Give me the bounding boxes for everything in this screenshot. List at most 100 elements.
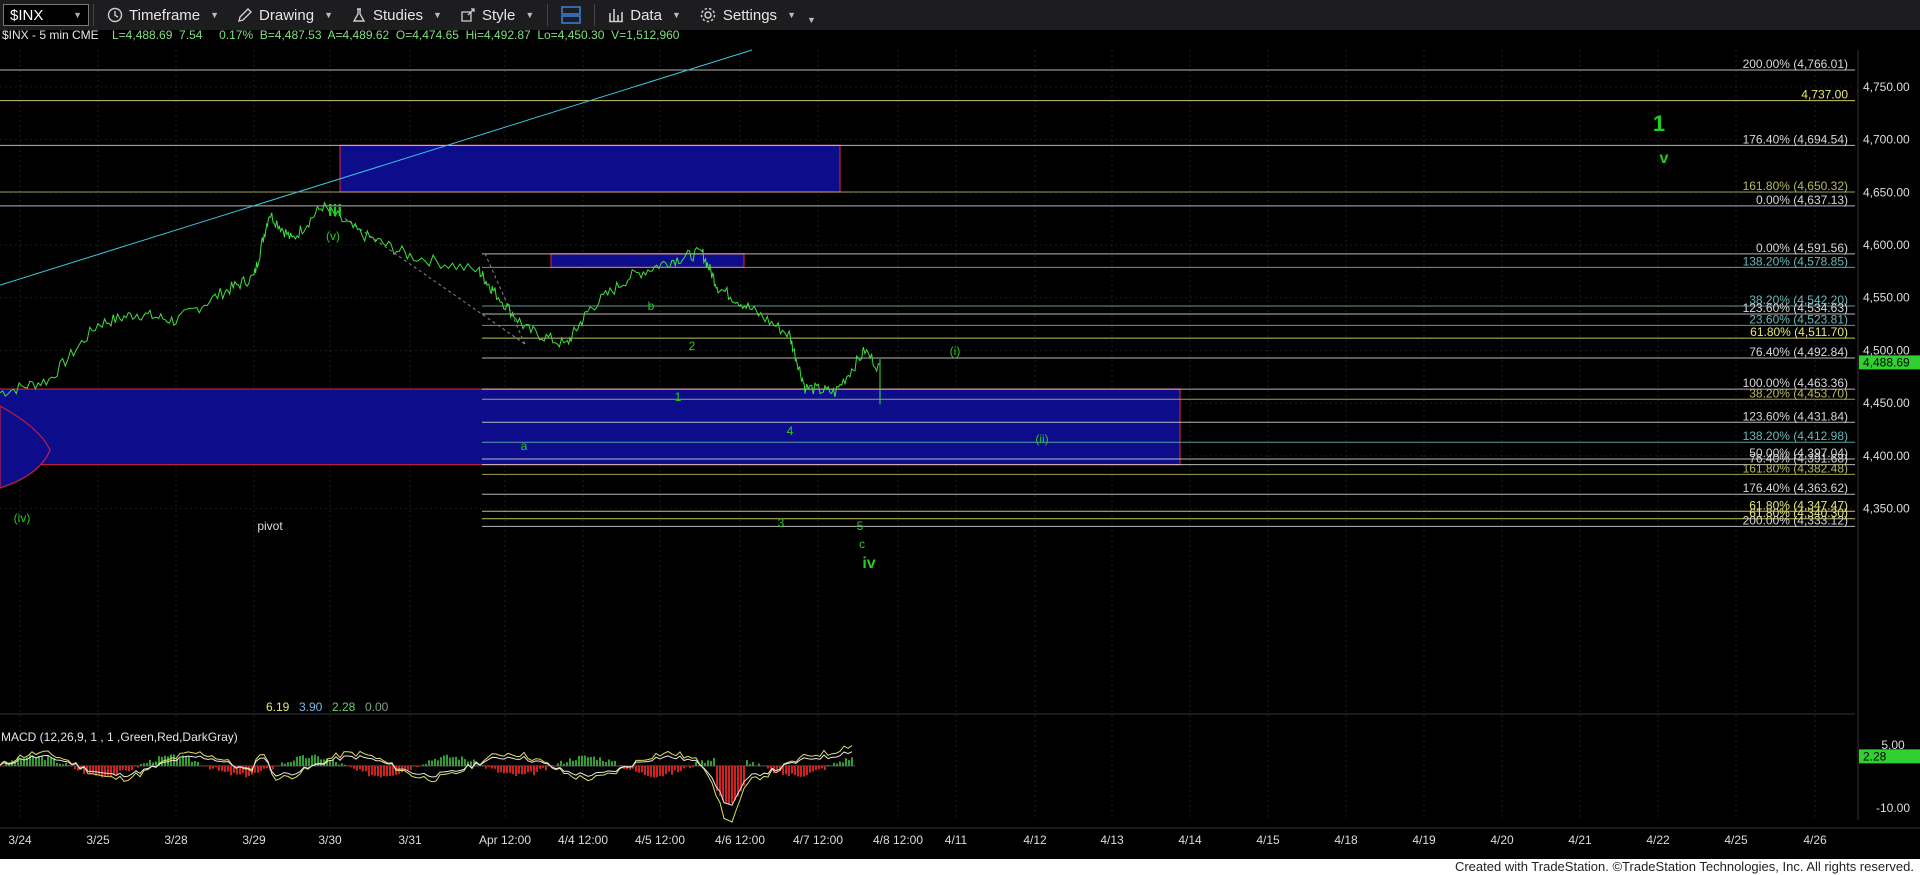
- pencil-icon: [238, 8, 253, 22]
- caret-down-icon: ▼: [210, 10, 220, 20]
- wave-label: 1: [675, 390, 682, 404]
- zone-box: [550, 253, 745, 268]
- toolbar-divider: [93, 4, 94, 26]
- time-tick-label: 4/21: [1568, 833, 1592, 847]
- wave-label: b: [648, 299, 655, 313]
- time-tick-label: 4/5 12:00: [635, 833, 685, 847]
- studies-button[interactable]: Studies ▼: [342, 2, 451, 28]
- time-tick-label: 4/25: [1724, 833, 1748, 847]
- time-tick-label: 4/8 12:00: [873, 833, 923, 847]
- caret-down-icon: ▼: [324, 10, 333, 20]
- time-tick-label: 4/11: [945, 833, 968, 847]
- data-button[interactable]: Data ▼: [599, 2, 690, 28]
- settings-button[interactable]: Settings ▼: [690, 2, 805, 28]
- fib-level-label: 176.40% (4,694.54): [1743, 132, 1848, 146]
- symbol-selector[interactable]: $INX ▼: [3, 4, 89, 26]
- data-label: Data: [630, 6, 662, 24]
- zone-box: [0, 388, 1181, 466]
- caret-down-icon: ▼: [671, 10, 681, 20]
- fib-level-label: 0.00% (4,637.13): [1756, 193, 1848, 207]
- settings-label: Settings: [722, 6, 778, 24]
- fib-level-label: 161.80% (4,650.32): [1743, 179, 1848, 193]
- fib-level-label: 0.00% (4,591.56): [1756, 241, 1848, 255]
- macd-value: 2.28: [332, 700, 356, 714]
- chevron-down-icon: ▼: [73, 10, 82, 20]
- time-tick-label: 3/24: [8, 833, 32, 847]
- wave-label: iv: [862, 555, 875, 572]
- macd-value: 0.00: [365, 700, 389, 714]
- price-tick-label: 4,350.00: [1863, 502, 1910, 516]
- time-tick-label: 3/28: [164, 833, 188, 847]
- symbol-line: $INX - 5 min CME: [2, 30, 99, 42]
- macd-label: MACD (12,26,9, 1 , 1 ,Green,Red,DarkGray…: [1, 730, 238, 744]
- time-tick-label: 4/13: [1100, 833, 1124, 847]
- wave-label: 5: [857, 519, 864, 533]
- bar-chart-icon: [609, 9, 624, 23]
- flask-icon: [352, 8, 366, 22]
- clock-icon: [107, 7, 123, 23]
- toolbar: $INX ▼ Timeframe ▼ Drawing ▼ Studies ▼ S…: [0, 0, 1920, 31]
- time-tick-label: 3/31: [398, 833, 422, 847]
- time-tick-label: 3/30: [318, 833, 342, 847]
- macd-axis-label: -10.00: [1876, 801, 1910, 815]
- price-tick-label: 4,550.00: [1863, 291, 1910, 305]
- style-icon: [461, 8, 475, 22]
- studies-label: Studies: [373, 6, 424, 24]
- toolbar-divider: [547, 4, 549, 26]
- toolbar-overflow-icon[interactable]: ▼: [807, 15, 816, 25]
- time-tick-label: 4/18: [1334, 833, 1358, 847]
- price-chart[interactable]: 200.00% (4,766.01)176.40% (4,694.54)161.…: [0, 30, 1920, 859]
- symbol-value: $INX: [10, 6, 44, 24]
- time-tick-label: 4/19: [1412, 833, 1436, 847]
- caret-down-icon: ▼: [433, 10, 442, 20]
- macd-value: 3.90: [299, 700, 323, 714]
- time-tick-label: 4/20: [1490, 833, 1514, 847]
- time-tick-label: 4/22: [1646, 833, 1670, 847]
- time-tick-label: 4/7 12:00: [793, 833, 843, 847]
- fib-level-label: 38.20% (4,453.70): [1749, 386, 1848, 400]
- price-tick-label: 4,750.00: [1863, 80, 1910, 94]
- fib-level-label: 200.00% (4,766.01): [1743, 57, 1848, 71]
- wave-label: c: [859, 537, 865, 551]
- wave-label: 2: [689, 339, 696, 353]
- style-button[interactable]: Style ▼: [451, 2, 543, 28]
- caret-down-icon: ▼: [787, 10, 796, 20]
- fib-level-label: 138.20% (4,578.85): [1743, 254, 1848, 268]
- price-tick-label: 4,700.00: [1863, 133, 1910, 147]
- gear-icon: [700, 7, 716, 23]
- timeframe-label: Timeframe: [129, 6, 201, 24]
- wave-label: (i): [950, 344, 961, 358]
- wave-label: (iv): [14, 511, 31, 525]
- drawing-button[interactable]: Drawing ▼: [228, 2, 342, 28]
- time-tick-label: Apr 12:00: [479, 833, 531, 847]
- fib-level-label: 176.40% (4,363.62): [1743, 481, 1848, 495]
- time-tick-label: 3/25: [86, 833, 110, 847]
- wave-label: a: [521, 439, 528, 453]
- zone-box: [339, 144, 841, 193]
- wave-label: iii: [328, 201, 342, 220]
- wave-label: 4: [787, 424, 794, 438]
- time-tick-label: 4/12: [1023, 833, 1047, 847]
- price-tick-label: 4,400.00: [1863, 449, 1910, 463]
- fib-level-label: 161.80% (4,382.48): [1743, 461, 1848, 475]
- caret-down-icon: ▼: [525, 10, 535, 20]
- layout-button[interactable]: [552, 2, 590, 28]
- timeframe-button[interactable]: Timeframe ▼: [98, 2, 228, 28]
- price-tick-label: 4,600.00: [1863, 238, 1910, 252]
- fib-level-label: 61.80% (4,511.70): [1750, 325, 1848, 339]
- fib-level-label: 138.20% (4,412.98): [1743, 429, 1848, 443]
- macd-value: 6.19: [266, 700, 290, 714]
- wave-label: 3: [778, 516, 785, 530]
- price-tick-label: 4,650.00: [1863, 185, 1910, 199]
- time-tick-label: 4/6 12:00: [715, 833, 765, 847]
- style-label: Style: [481, 6, 516, 24]
- wave-label: (v): [326, 229, 340, 243]
- fib-level-label: 123.60% (4,431.84): [1743, 409, 1848, 423]
- layout-icon: [561, 6, 582, 24]
- fib-level-label: 200.00% (4,333.12): [1743, 513, 1848, 527]
- toolbar-divider: [594, 4, 596, 26]
- time-tick-label: 3/29: [242, 833, 266, 847]
- time-tick-label: 4/14: [1178, 833, 1202, 847]
- fib-level-label: 76.40% (4,492.84): [1749, 345, 1848, 359]
- time-tick-label: 4/26: [1803, 833, 1827, 847]
